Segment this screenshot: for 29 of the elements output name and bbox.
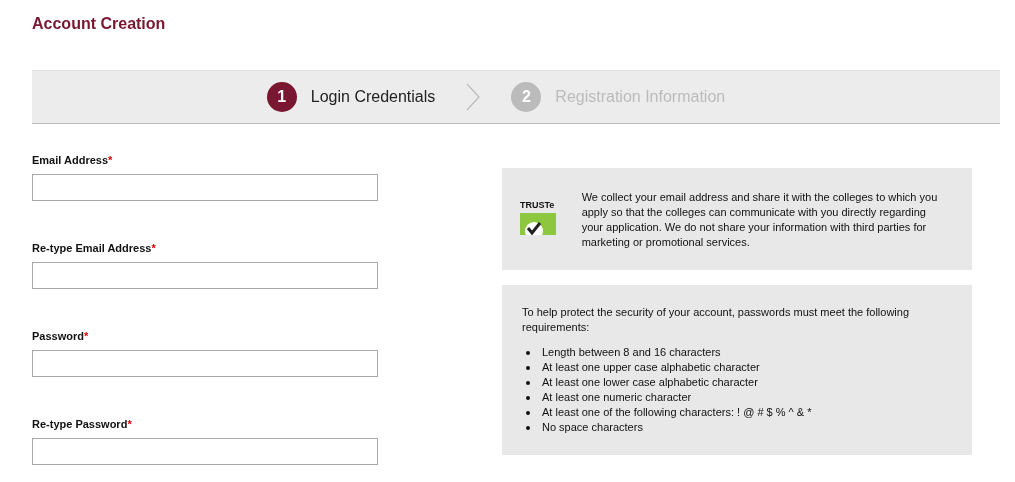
bullet-icon [526, 395, 530, 400]
badge-label: TRUSTe [520, 199, 556, 212]
requirements-intro: To help protect the security of your account, passwords must meet the following requirements: [522, 305, 911, 335]
input-field[interactable] [32, 438, 378, 465]
requirement-text: At least one lower case alphabetic character [542, 375, 758, 390]
requirement-text: At least one upper case alphabetic character [542, 360, 760, 375]
requirement-text: Length between 8 and 16 characters [542, 345, 721, 360]
field-label: Password* [32, 330, 90, 342]
step-number: 2 [511, 82, 542, 112]
field-label: Email Address* [32, 154, 114, 166]
input-field[interactable] [32, 262, 378, 289]
step-number: 1 [266, 82, 297, 112]
input-field[interactable] [32, 350, 378, 377]
requirement-text: At least one of the following characters: ! @ # $ % ^ & * [542, 405, 812, 420]
bullet-icon [526, 410, 530, 415]
privacy-text: We collect your email address and share it with the colleges to which you apply so that the colleges can communicate with you directly regarding your application. We do not share your information with third parties for marketing or promotional services. [581, 190, 939, 250]
bullet-icon [526, 380, 530, 385]
page-title: Account Creation [32, 15, 167, 34]
bullet-icon [526, 365, 530, 370]
field-label: Re-type Email Address* [32, 242, 157, 254]
step-label[interactable]: Login Credentials [310, 88, 436, 106]
checkmark-icon [520, 213, 556, 235]
bullet-icon [526, 425, 530, 430]
requirement-text: At least one numeric character [542, 390, 692, 405]
bullet-icon [526, 350, 530, 355]
chevron-icon [465, 83, 482, 111]
input-field[interactable] [32, 174, 378, 201]
field-label: Re-type Password* [32, 418, 133, 430]
requirement-text: No space characters [542, 420, 643, 435]
